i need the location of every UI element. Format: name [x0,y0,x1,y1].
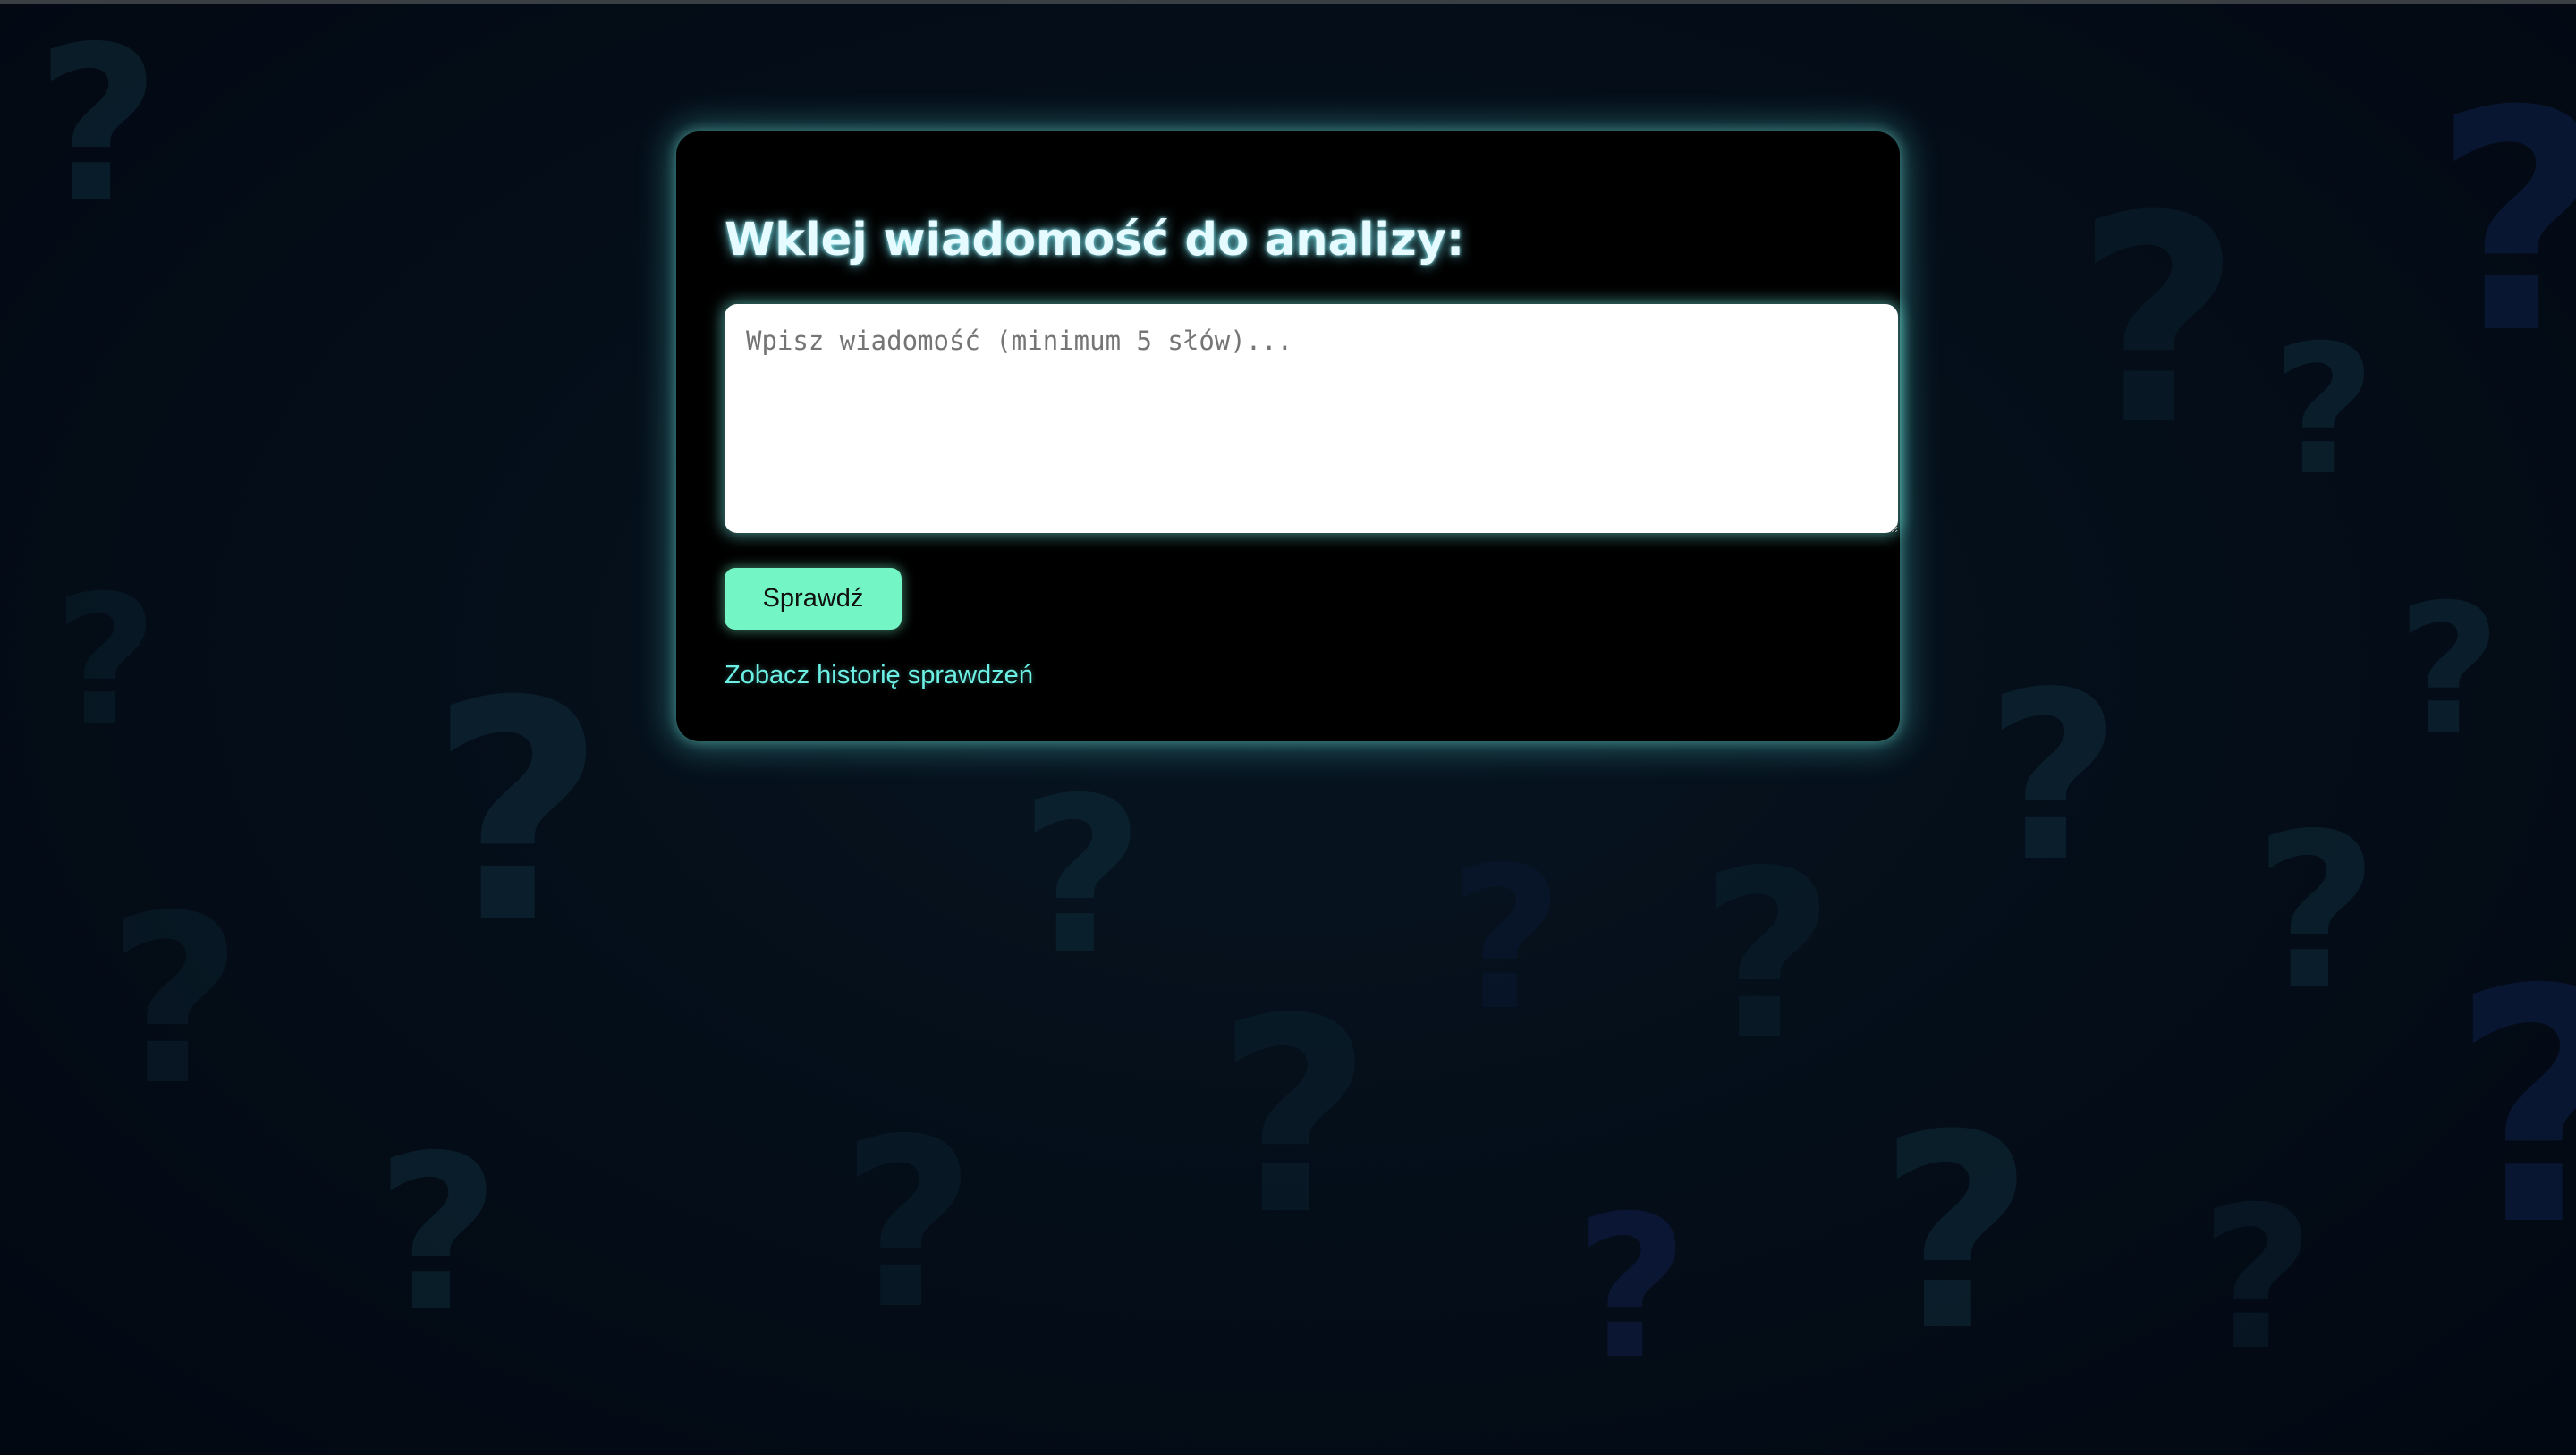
question-mark-icon: ? [376,1109,501,1359]
question-mark-icon: ? [2200,1164,2315,1393]
page-title: Wklej wiadomość do analizy: [724,214,1465,266]
analysis-card: Wklej wiadomość do analizy: Sprawdź Zoba… [676,131,1900,741]
question-mark-icon: ? [36,0,161,250]
question-mark-icon: ? [1699,822,1835,1092]
question-mark-icon: ? [1020,751,1145,1002]
question-mark-icon: ? [54,557,158,766]
question-mark-icon: ? [2272,307,2377,515]
question-mark-icon: ? [2075,156,2241,488]
message-input[interactable] [724,304,1898,533]
history-link[interactable]: Zobacz historię sprawdzeń [724,661,1033,690]
question-mark-icon: ? [2433,72,2576,376]
question-mark-icon: ? [1449,825,1563,1053]
question-mark-icon: ? [841,1090,976,1360]
question-mark-icon: ? [1986,643,2121,913]
check-button[interactable]: Sprawdź [724,568,902,630]
question-mark-icon: ? [1574,1173,1689,1402]
question-mark-icon: ? [107,867,242,1137]
question-mark-icon: ? [2397,566,2502,774]
question-mark-icon: ? [1878,1078,2035,1390]
question-mark-icon: ? [1216,961,1373,1273]
question-mark-icon: ? [2451,948,2576,1270]
question-mark-icon: ? [429,637,606,991]
question-mark-icon: ? [2254,787,2379,1037]
